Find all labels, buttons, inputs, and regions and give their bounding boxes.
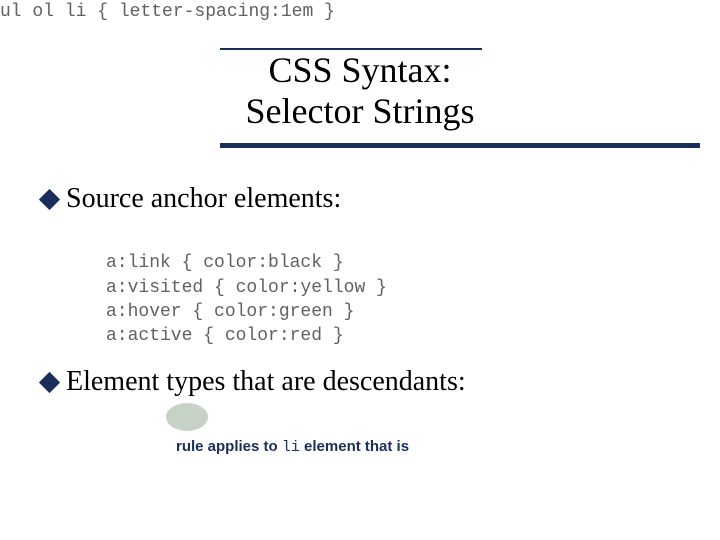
caption-text: rule applies to li element that is <box>176 438 409 456</box>
diamond-bullet-icon <box>39 188 60 209</box>
bullet-item-1: Source anchor elements: <box>42 183 341 215</box>
diamond-bullet-icon <box>39 371 60 392</box>
slide: CSS Syntax: Selector Strings Source anch… <box>0 0 720 540</box>
caption-code: li <box>282 439 300 456</box>
code-line: ul ol li { letter-spacing:1em } <box>0 2 335 22</box>
caption-suffix: element that is <box>300 438 409 455</box>
code-line: a:hover { color:green } <box>106 302 354 322</box>
code-line: a:link { color:black } <box>106 253 344 273</box>
bullet-item-2: Element types that are descendants: <box>42 366 466 398</box>
highlight-oval <box>166 403 208 431</box>
title-line-2: Selector Strings <box>0 91 720 132</box>
code-block-descendant: ul ol li { letter-spacing:1em } <box>0 0 335 24</box>
caption-prefix: rule applies to <box>176 438 282 455</box>
code-line: a:visited { color:yellow } <box>106 278 387 298</box>
title-rule-bottom <box>220 143 700 148</box>
title-line-1: CSS Syntax: <box>0 50 720 91</box>
slide-title: CSS Syntax: Selector Strings <box>0 50 720 133</box>
bullet-text-2: Element types that are descendants: <box>66 366 466 398</box>
code-line: a:active { color:red } <box>106 326 344 346</box>
code-block-anchor-pseudo: a:link { color:black } a:visited { color… <box>106 227 387 348</box>
bullet-text-1: Source anchor elements: <box>66 183 341 215</box>
